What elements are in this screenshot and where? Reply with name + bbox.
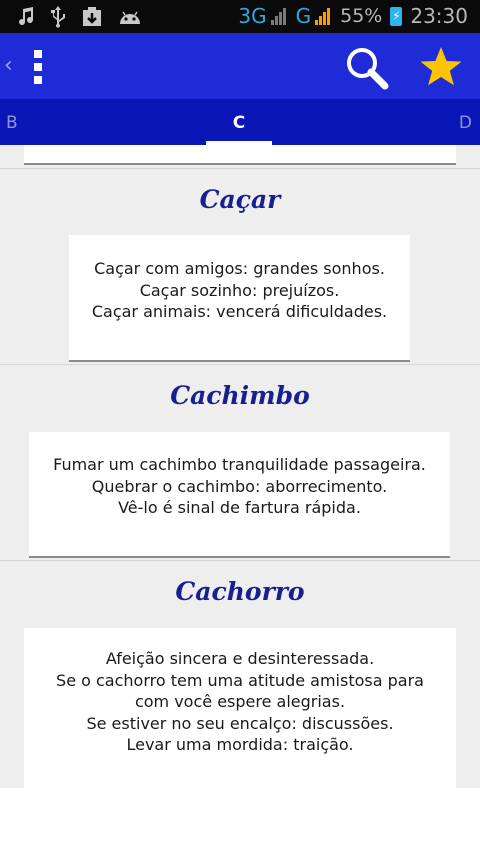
entry-line: Caçar com amigos: grandes sonhos. — [94, 259, 385, 278]
battery-percent: 55% — [340, 5, 383, 27]
battery-charging-icon — [390, 6, 403, 26]
tab-c[interactable]: C — [206, 113, 272, 133]
entry-line: Quebrar o cachimbo: aborrecimento. — [91, 476, 388, 496]
entry-title: Cachorro — [175, 577, 305, 606]
divider — [0, 168, 480, 169]
entry-card: Caçar com amigos: grandes sonhos. Caçar … — [69, 235, 410, 362]
music-icon — [19, 7, 34, 26]
entry-line: Se o cachorro tem uma atitude amistosa p… — [56, 670, 424, 690]
entry-line: Levar uma mordida: traição. — [126, 735, 354, 754]
previous-entry-card — [24, 145, 456, 165]
entry-line: Se estiver no seu encalço: discussões. — [86, 713, 394, 733]
star-icon[interactable] — [418, 44, 464, 90]
entry-card: Fumar um cachimbo tranquilidade passagei… — [29, 432, 450, 558]
entry-line: Caçar sozinho: prejuízos. — [139, 280, 340, 300]
signal-icon — [315, 7, 331, 25]
network-g-label: G — [295, 4, 312, 28]
bottom-blank-area — [0, 788, 480, 854]
app-bar: ‹ — [0, 33, 480, 99]
signal-icon — [270, 7, 286, 25]
back-icon[interactable]: ‹ — [4, 53, 13, 78]
letter-tabs: B C D — [0, 99, 480, 145]
entry-line: com você espere alegrias. — [134, 692, 346, 711]
entry-line: Afeição sincera e desinteressada. — [105, 649, 375, 668]
entry-title: Caçar — [199, 185, 281, 214]
tab-b[interactable]: B — [6, 113, 18, 133]
entry-title: Cachimbo — [170, 381, 310, 410]
usb-icon — [51, 6, 65, 28]
entry-line: Fumar um cachimbo tranquilidade passagei… — [53, 455, 426, 474]
entry-card: Afeição sincera e desinteressada. Se o c… — [24, 628, 456, 788]
network-3g-label: 3G — [238, 4, 267, 28]
entry-line: Vê-lo é sinal de fartura rápida. — [118, 498, 361, 517]
status-notification-icons — [18, 6, 142, 28]
search-icon[interactable] — [344, 45, 390, 91]
divider — [0, 364, 480, 365]
status-bar: 3G G 55% 23:30 — [0, 0, 480, 33]
clock: 23:30 — [410, 4, 468, 28]
tab-d[interactable]: D — [459, 113, 472, 133]
download-icon — [83, 7, 101, 26]
overflow-menu-icon[interactable] — [33, 50, 43, 84]
entries-list[interactable]: Caçar Caçar com amigos: grandes sonhos. … — [0, 145, 480, 788]
status-system-info: 3G G 55% 23:30 — [238, 4, 468, 28]
entry-line: Caçar animais: vencerá dificuldades. — [91, 302, 388, 321]
divider — [0, 560, 480, 561]
android-icon — [120, 11, 140, 24]
